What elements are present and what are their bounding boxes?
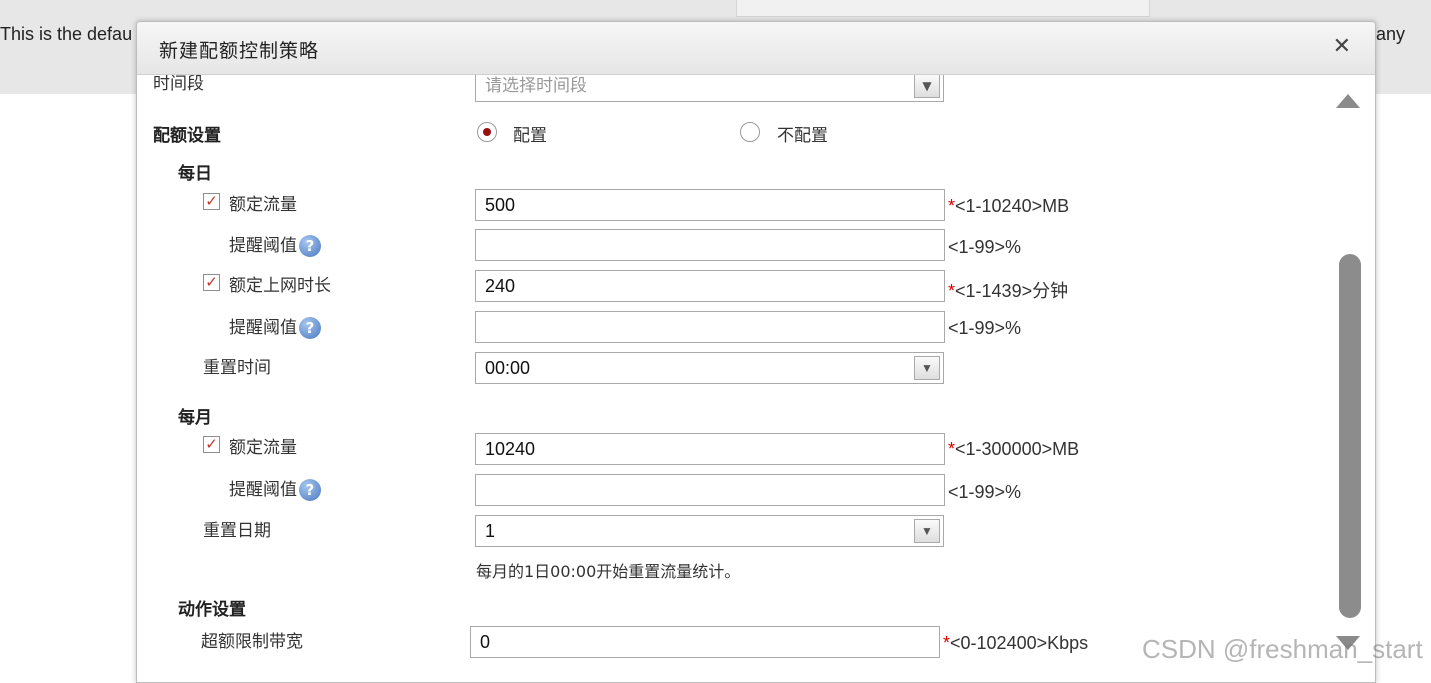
monthly-traffic-alert-text: 提醒阈值 — [229, 480, 297, 500]
scroll-up-icon[interactable] — [1336, 94, 1360, 108]
daily-reset-time-value: 00:00 — [485, 358, 531, 378]
monthly-quota-traffic-label: 额定流量 — [229, 438, 297, 458]
time-period-label: 时间段 — [153, 75, 204, 94]
monthly-reset-date-label: 重置日期 — [203, 521, 271, 541]
daily-online-time-label: 额定上网时长 — [229, 276, 331, 296]
monthly-quota-traffic-checkbox[interactable]: ✓ — [203, 436, 220, 453]
daily-quota-traffic-label: 额定流量 — [229, 195, 297, 215]
daily-traffic-alert-text: 提醒阈值 — [229, 236, 297, 256]
background-text-right: any — [1376, 24, 1406, 44]
monthly-traffic-alert-label: 提醒阈值? — [229, 475, 321, 501]
chevron-down-icon[interactable]: ▼ — [914, 519, 940, 543]
quota-policy-dialog: 新建配额控制策略 ✕ 时间段 请选择时间段 ▼ 配额设置 配置 不配置 每日 ✓… — [136, 21, 1376, 683]
daily-traffic-alert-label: 提醒阈值? — [229, 231, 321, 257]
daily-quota-traffic-checkbox[interactable]: ✓ — [203, 193, 220, 210]
daily-reset-time-select[interactable]: 00:00 ▼ — [475, 352, 944, 384]
daily-online-time-hint: *<1-1439>分钟 — [948, 277, 1068, 303]
daily-quota-traffic-input[interactable]: 500 — [475, 189, 945, 221]
monthly-reset-note: 每月的1日00:00开始重置流量统计。 — [476, 562, 741, 581]
daily-traffic-alert-input[interactable] — [475, 229, 945, 261]
time-period-select[interactable]: 请选择时间段 ▼ — [475, 75, 944, 102]
chevron-down-icon[interactable]: ▼ — [914, 356, 940, 380]
daily-time-alert-label: 提醒阈值? — [229, 313, 321, 339]
daily-quota-traffic-hint: *<1-10240>MB — [948, 196, 1069, 217]
required-mark: * — [948, 281, 956, 301]
monthly-quota-traffic-range: <1-300000>MB — [955, 439, 1080, 459]
monthly-quota-traffic-hint: *<1-300000>MB — [948, 439, 1079, 460]
daily-online-time-range: <1-1439>分钟 — [955, 281, 1069, 301]
radio-configure[interactable] — [477, 122, 497, 142]
over-limit-bandwidth-range: <0-102400>Kbps — [950, 633, 1089, 653]
daily-reset-time-label: 重置时间 — [203, 358, 271, 378]
background-table-cell — [736, 0, 1150, 17]
daily-time-alert-hint: <1-99>% — [948, 318, 1022, 338]
chevron-down-icon[interactable]: ▼ — [914, 75, 940, 98]
required-mark: * — [948, 439, 956, 459]
time-period-placeholder: 请选择时间段 — [485, 76, 587, 96]
over-limit-bandwidth-hint: *<0-102400>Kbps — [943, 633, 1088, 654]
action-settings-heading: 动作设置 — [178, 600, 246, 620]
daily-quota-traffic-range: <1-10240>MB — [955, 196, 1070, 216]
monthly-quota-traffic-input[interactable]: 10240 — [475, 433, 945, 465]
radio-not-configure[interactable] — [740, 122, 760, 142]
watermark: CSDN @freshman_start — [1142, 634, 1423, 664]
background-text-left: This is the defau — [0, 24, 133, 44]
over-limit-bandwidth-label: 超额限制带宽 — [201, 632, 303, 652]
monthly-traffic-alert-input[interactable] — [475, 474, 945, 506]
daily-time-alert-input[interactable] — [475, 311, 945, 343]
vertical-scrollbar[interactable] — [1333, 94, 1363, 682]
help-icon[interactable]: ? — [299, 479, 321, 501]
close-icon[interactable]: ✕ — [1333, 34, 1351, 59]
daily-online-time-input[interactable]: 240 — [475, 270, 945, 302]
radio-configure-label: 配置 — [513, 126, 547, 146]
monthly-traffic-alert-hint: <1-99>% — [948, 482, 1022, 502]
scroll-thumb[interactable] — [1339, 254, 1361, 618]
dialog-body: 时间段 请选择时间段 ▼ 配额设置 配置 不配置 每日 ✓ 额定流量 500 *… — [137, 75, 1331, 682]
help-icon[interactable]: ? — [299, 235, 321, 257]
required-mark: * — [948, 196, 956, 216]
monthly-reset-date-select[interactable]: 1 ▼ — [475, 515, 944, 547]
daily-online-time-checkbox[interactable]: ✓ — [203, 274, 220, 291]
quota-settings-label: 配额设置 — [153, 126, 221, 146]
radio-not-configure-label: 不配置 — [777, 126, 828, 146]
monthly-heading: 每月 — [178, 408, 212, 428]
dialog-header: 新建配额控制策略 ✕ — [137, 22, 1375, 75]
required-mark: * — [943, 633, 951, 653]
over-limit-bandwidth-input[interactable]: 0 — [470, 626, 940, 658]
dialog-title: 新建配额控制策略 — [159, 40, 320, 62]
help-icon[interactable]: ? — [299, 317, 321, 339]
daily-heading: 每日 — [178, 164, 212, 184]
daily-time-alert-text: 提醒阈值 — [229, 318, 297, 338]
monthly-reset-date-value: 1 — [485, 521, 496, 541]
daily-traffic-alert-hint: <1-99>% — [948, 237, 1022, 257]
